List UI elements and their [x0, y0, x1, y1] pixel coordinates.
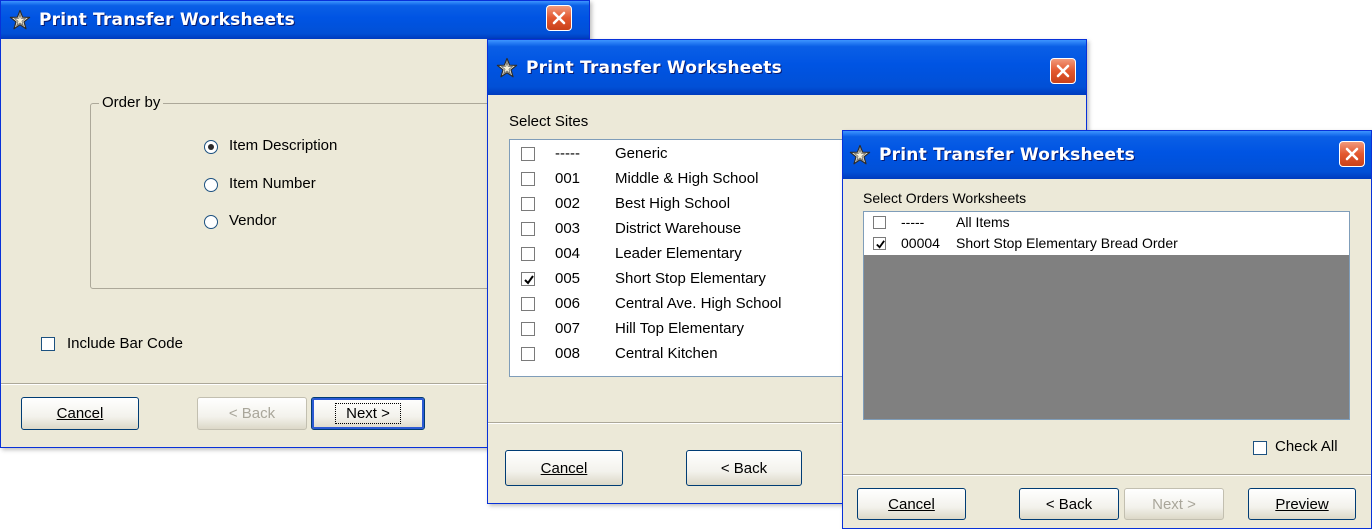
list-item[interactable]: 004 Leader Elementary: [510, 242, 888, 267]
cancel-button[interactable]: Cancel: [857, 488, 966, 520]
star-app-icon: [849, 144, 871, 166]
cancel-button[interactable]: Cancel: [505, 450, 623, 486]
next-button-label: Next >: [1152, 495, 1196, 513]
cancel-button-label: Cancel: [56, 405, 104, 422]
check-all-checkbox[interactable]: [1253, 441, 1267, 455]
site-code: 001: [555, 170, 581, 187]
next-button-label: Next >: [335, 403, 401, 424]
worksheet-code: 00004: [901, 235, 940, 251]
star-app-icon: [9, 9, 31, 31]
close-icon: [1055, 63, 1071, 79]
site-checkbox[interactable]: [521, 172, 535, 186]
cancel-button-label: Cancel: [888, 495, 935, 513]
check-all-label[interactable]: Check All: [1275, 438, 1338, 455]
list-item[interactable]: 005 Short Stop Elementary: [510, 267, 888, 292]
site-code: 002: [555, 195, 581, 212]
star-app-icon: [496, 57, 518, 79]
site-checkbox[interactable]: [521, 197, 535, 211]
close-icon: [1344, 146, 1360, 162]
preview-button-label: Preview: [1275, 495, 1329, 513]
site-name: Short Stop Elementary: [615, 270, 766, 287]
radio-vendor[interactable]: [204, 215, 218, 229]
list-item[interactable]: 006 Central Ave. High School: [510, 292, 888, 317]
checkmark-icon: [875, 239, 886, 250]
site-name: Best High School: [615, 195, 731, 212]
site-checkbox[interactable]: [521, 147, 535, 161]
list-item[interactable]: 00004 Short Stop Elementary Bread Order: [864, 233, 1349, 255]
site-code: 007: [555, 320, 581, 337]
back-button[interactable]: < Back: [1019, 488, 1119, 520]
select-orders-worksheets-label: Select Orders Worksheets: [863, 190, 1027, 206]
worksheet-name: Short Stop Elementary Bread Order: [956, 235, 1178, 251]
site-checkbox[interactable]: [521, 297, 535, 311]
site-name: Central Ave. High School: [615, 295, 782, 312]
back-button[interactable]: < Back: [197, 397, 307, 430]
site-code: 008: [555, 345, 581, 362]
checkmark-icon: [523, 274, 535, 286]
list-item[interactable]: ----- Generic: [510, 142, 888, 167]
worksheet-checkbox-checked[interactable]: [873, 237, 886, 250]
site-code: 004: [555, 245, 581, 262]
select-sites-label: Select Sites: [509, 113, 589, 130]
site-code: 005: [555, 270, 581, 287]
worksheet-code: -----: [901, 214, 925, 230]
title-bar[interactable]: Print Transfer Worksheets: [488, 40, 1086, 95]
list-item[interactable]: 003 District Warehouse: [510, 217, 888, 242]
list-item[interactable]: ----- All Items: [864, 212, 1349, 233]
radio-label-item-description[interactable]: Item Description: [229, 137, 337, 154]
site-checkbox[interactable]: [521, 247, 535, 261]
cancel-button-label: Cancel: [540, 459, 588, 477]
back-button[interactable]: < Back: [686, 450, 802, 486]
divider: [843, 474, 1371, 476]
site-name: Central Kitchen: [615, 345, 718, 362]
close-button[interactable]: [1339, 141, 1365, 167]
window-select-orders-worksheets: Print Transfer Worksheets Select Orders …: [842, 130, 1372, 529]
site-name: Leader Elementary: [615, 245, 742, 262]
site-name: Generic: [615, 145, 668, 162]
worksheet-name: All Items: [956, 214, 1010, 230]
back-button-label: < Back: [1045, 495, 1093, 513]
site-name: Hill Top Elementary: [615, 320, 744, 337]
sites-list[interactable]: ----- Generic 001 Middle & High School 0…: [509, 139, 889, 377]
close-icon: [551, 10, 567, 26]
site-code: 003: [555, 220, 581, 237]
preview-button[interactable]: Preview: [1248, 488, 1356, 520]
radio-label-vendor[interactable]: Vendor: [229, 212, 277, 229]
site-checkbox[interactable]: [521, 322, 535, 336]
order-by-label: Order by: [99, 94, 164, 111]
include-bar-code-checkbox[interactable]: [41, 337, 55, 351]
radio-item-number[interactable]: [204, 178, 218, 192]
title-bar[interactable]: Print Transfer Worksheets: [843, 131, 1371, 179]
worksheets-list[interactable]: ----- All Items 00004 Short Stop Element…: [863, 211, 1350, 420]
site-code: -----: [555, 145, 580, 162]
back-button-label: < Back: [720, 459, 768, 477]
site-checkbox-checked[interactable]: [521, 272, 535, 286]
back-button-label: < Back: [228, 405, 276, 422]
site-checkbox[interactable]: [521, 222, 535, 236]
close-button[interactable]: [1050, 58, 1076, 84]
window-title: Print Transfer Worksheets: [526, 57, 782, 78]
close-button[interactable]: [546, 5, 572, 31]
site-code: 006: [555, 295, 581, 312]
next-button[interactable]: Next >: [311, 397, 425, 430]
list-item[interactable]: 008 Central Kitchen: [510, 342, 888, 367]
next-button[interactable]: Next >: [1124, 488, 1224, 520]
site-checkbox[interactable]: [521, 347, 535, 361]
radio-item-description[interactable]: [204, 140, 218, 154]
list-item[interactable]: 002 Best High School: [510, 192, 888, 217]
site-name: Middle & High School: [615, 170, 759, 187]
worksheet-checkbox[interactable]: [873, 216, 886, 229]
list-item[interactable]: 001 Middle & High School: [510, 167, 888, 192]
radio-label-item-number[interactable]: Item Number: [229, 175, 316, 192]
list-item[interactable]: 007 Hill Top Elementary: [510, 317, 888, 342]
cancel-button[interactable]: Cancel: [21, 397, 139, 430]
title-bar[interactable]: Print Transfer Worksheets: [1, 1, 589, 39]
window-title: Print Transfer Worksheets: [879, 145, 1135, 165]
site-name: District Warehouse: [615, 220, 742, 237]
include-bar-code-label[interactable]: Include Bar Code: [67, 335, 183, 352]
window-title: Print Transfer Worksheets: [39, 10, 295, 30]
